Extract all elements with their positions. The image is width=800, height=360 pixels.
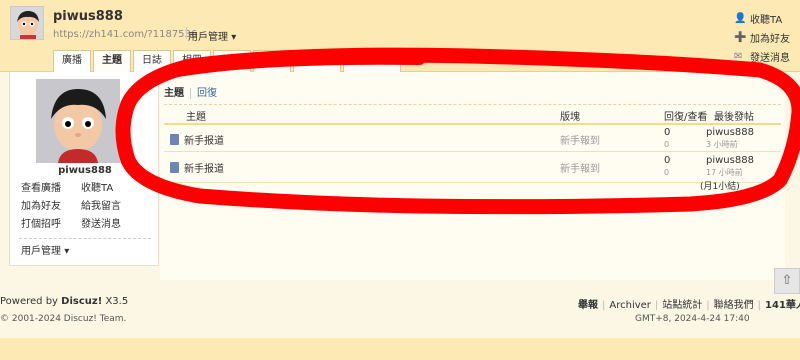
- divider: [164, 123, 781, 125]
- document-icon: [170, 162, 179, 173]
- column-header-replies-views: 回復/查看: [664, 112, 708, 123]
- user-mgmt-label: 用戶管理: [188, 32, 228, 43]
- footer-time: GMT+8, 2024-4-24 17:40: [635, 314, 750, 324]
- follow-label: 收聽TA: [750, 15, 783, 26]
- profile-user-mgmt-dropdown[interactable]: 用戶管理 ▾: [21, 242, 69, 257]
- divider: [164, 151, 781, 152]
- user-avatar-small[interactable]: [10, 6, 44, 40]
- bottom-band: [0, 338, 800, 360]
- tab-blog[interactable]: 日誌: [133, 50, 171, 72]
- profile-user-mgmt-label: 用戶管理: [21, 246, 61, 257]
- profile-links-row: 加為好友 給我留言: [21, 198, 149, 216]
- last-post-time: 17 小時前: [706, 168, 743, 177]
- partially-hidden-text: (月1小結): [700, 182, 740, 192]
- add-friend-link[interactable]: 加為好友: [21, 198, 81, 216]
- follow-link[interactable]: 收聽TA: [81, 180, 141, 198]
- view-broadcast-link[interactable]: 查看廣播: [21, 180, 81, 198]
- profile-tabs: 廣播 主題 日誌 相冊 記錄 分享 留言板 個人資料: [53, 50, 403, 72]
- footer-links: 舉報|Archiver|站點統計|聯絡我們|141華人社區: [578, 296, 800, 311]
- tab-album[interactable]: 相冊: [173, 50, 211, 72]
- username: piwus888: [53, 9, 123, 24]
- thread-board[interactable]: 新手報到: [560, 160, 600, 175]
- thread-views: 0: [664, 168, 670, 177]
- footer-powered: Powered by Discuz! X3.5: [0, 296, 128, 307]
- leave-message-link[interactable]: 給我留言: [81, 198, 141, 216]
- powered-by-text: Powered by: [0, 296, 58, 307]
- last-post-time: 3 小時前: [706, 140, 738, 149]
- thread-title[interactable]: 新手报道: [184, 160, 224, 175]
- tab-records[interactable]: 記錄: [213, 50, 251, 72]
- thread-board[interactable]: 新手報到: [560, 132, 600, 147]
- site-stats-link[interactable]: 站點統計: [662, 300, 702, 311]
- caret-down-icon: ▾: [231, 32, 237, 43]
- user-avatar-large[interactable]: [36, 79, 120, 163]
- send-message-link[interactable]: 發送消息: [81, 216, 141, 234]
- user-header: piwus888 https://zh141.com/?1187536 用戶管理…: [0, 0, 800, 72]
- thread-title[interactable]: 新手报道: [184, 132, 224, 147]
- tab-share[interactable]: 分享: [253, 50, 291, 72]
- follow-button[interactable]: 👤 收聽TA: [734, 9, 790, 28]
- divider: [186, 27, 187, 39]
- last-post-user[interactable]: piwus888: [706, 155, 754, 166]
- contact-link[interactable]: 聯絡我們: [714, 300, 754, 311]
- follow-icon: 👤: [734, 12, 747, 24]
- tab-profile[interactable]: 個人資料: [343, 50, 401, 72]
- tab-threads[interactable]: 主題: [93, 50, 131, 72]
- column-header-board: 版塊: [560, 112, 580, 123]
- last-post-user[interactable]: piwus888: [706, 127, 754, 138]
- caret-down-icon: ▾: [64, 246, 70, 257]
- discuz-link[interactable]: Discuz!: [61, 296, 102, 307]
- send-message-label: 發送消息: [750, 53, 790, 64]
- column-header-topic: 主題: [186, 112, 206, 123]
- user-url[interactable]: https://zh141.com/?1187536: [53, 29, 197, 40]
- thread-replies: 0: [664, 127, 671, 138]
- add-friend-label: 加為好友: [750, 34, 790, 45]
- send-message-button[interactable]: ✉ 發送消息: [734, 47, 790, 66]
- thread-views: 0: [664, 140, 670, 149]
- document-icon: [170, 134, 179, 145]
- divider: [164, 182, 781, 183]
- profile-sidebar: piwus888 查看廣播 收聽TA 加為好友 給我留言 打個招呼 發送消息 用…: [9, 72, 159, 266]
- add-friend-button[interactable]: ➕ 加為好友: [734, 28, 790, 47]
- arrow-up-icon: ⇧: [781, 273, 793, 288]
- subtab-threads[interactable]: 主題: [164, 88, 184, 99]
- profile-links: 查看廣播 收聽TA 加為好友 給我留言 打個招呼 發送消息: [21, 180, 149, 234]
- site-name-link[interactable]: 141華人社區: [765, 300, 800, 311]
- version-text: X3.5: [105, 296, 129, 307]
- profile-links-row: 查看廣播 收聽TA: [21, 180, 149, 198]
- column-header-last-post: 最後發帖: [714, 112, 754, 123]
- subtab-replies[interactable]: 回復: [190, 88, 217, 99]
- header-actions: 👤 收聽TA ➕ 加為好友 ✉ 發送消息: [734, 9, 790, 66]
- profile-links-row: 打個招呼 發送消息: [21, 216, 149, 234]
- table-row: 新手报道 新手報到 0 0 piwus888 17 小時前: [164, 154, 781, 184]
- add-friend-icon: ➕: [734, 31, 747, 43]
- say-hello-link[interactable]: 打個招呼: [21, 216, 81, 234]
- archiver-link[interactable]: Archiver: [609, 300, 651, 311]
- threads-panel: 主題 回復 主題 版塊 回復/查看 最後發帖 新手报道 新手報到 0 0 piwu…: [160, 72, 785, 280]
- user-mgmt-dropdown[interactable]: 用戶管理 ▾: [188, 28, 236, 43]
- profile-username[interactable]: piwus888: [10, 165, 160, 176]
- footer-copyright: © 2001-2024 Discuz! Team.: [0, 314, 127, 324]
- divider: [164, 104, 781, 105]
- report-link[interactable]: 舉報: [578, 300, 598, 311]
- scroll-to-top-button[interactable]: ⇧: [774, 268, 800, 294]
- tab-guestbook[interactable]: 留言板: [293, 50, 341, 72]
- message-icon: ✉: [734, 50, 743, 62]
- tab-broadcast[interactable]: 廣播: [53, 50, 91, 72]
- thread-subtabs: 主題 回復: [164, 84, 217, 99]
- divider: [19, 238, 151, 239]
- thread-replies: 0: [664, 155, 671, 166]
